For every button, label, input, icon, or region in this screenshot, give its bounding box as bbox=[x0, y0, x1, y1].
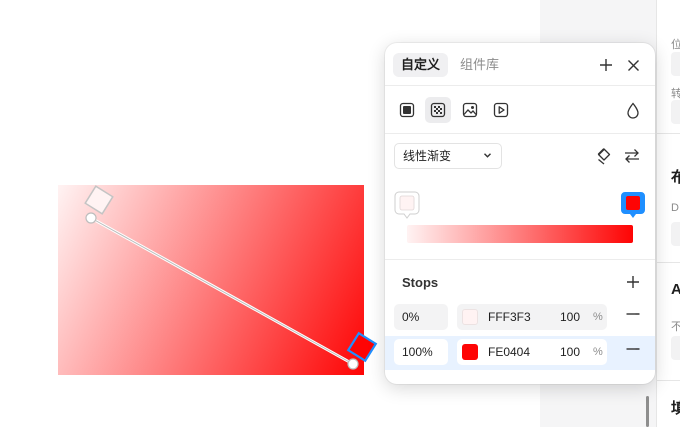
remove-stop-icon[interactable] bbox=[625, 341, 641, 357]
divider bbox=[385, 133, 655, 134]
remove-stop-icon[interactable] bbox=[625, 306, 641, 322]
gradient-fill-icon bbox=[430, 102, 446, 118]
solid-fill-icon bbox=[399, 102, 415, 118]
opacity-drop-icon[interactable] bbox=[621, 98, 645, 122]
stop-opacity-value[interactable]: 100 bbox=[560, 339, 580, 365]
panel-field[interactable] bbox=[671, 100, 680, 124]
video-fill-button[interactable] bbox=[488, 97, 514, 123]
tab-library[interactable]: 组件库 bbox=[452, 53, 507, 77]
add-icon[interactable] bbox=[594, 53, 618, 77]
panel-label-fragment: 不 bbox=[671, 321, 680, 333]
solid-fill-button[interactable] bbox=[394, 97, 420, 123]
gradient-stop-marker-start[interactable] bbox=[394, 191, 420, 221]
panel-field[interactable] bbox=[671, 222, 680, 246]
stop-hex-value[interactable]: FE0404 bbox=[488, 339, 530, 365]
panel-label-fragment: 转 bbox=[671, 88, 680, 100]
divider bbox=[657, 262, 680, 263]
divider bbox=[385, 259, 655, 260]
stop-color-input[interactable]: FE0404 100 % bbox=[457, 339, 607, 365]
panel-label-fragment: D bbox=[671, 202, 679, 214]
stop-row[interactable]: 0% FFF3F3 100 % bbox=[385, 301, 655, 335]
panel-scrollbar[interactable] bbox=[646, 396, 649, 427]
panel-section-fragment: A bbox=[671, 281, 680, 298]
divider bbox=[657, 380, 680, 381]
stop-opacity-unit: % bbox=[593, 311, 603, 323]
gradient-type-value: 线性渐变 bbox=[403, 149, 452, 163]
swap-stops-icon[interactable] bbox=[620, 144, 644, 168]
add-stop-icon[interactable] bbox=[621, 270, 645, 294]
properties-inner: 位 转 布 D A 不 填 bbox=[656, 0, 680, 427]
stop-hex-value[interactable]: FFF3F3 bbox=[488, 304, 531, 330]
tab-custom[interactable]: 自定义 bbox=[393, 53, 449, 77]
stops-title: Stops bbox=[402, 275, 439, 290]
video-fill-icon bbox=[493, 102, 509, 118]
fill-popover: 自定义 组件库 线性渐变 Stops 0% FFF3F3 100 % 100% … bbox=[385, 43, 655, 384]
panel-section-fragment: 布 bbox=[671, 169, 680, 186]
panel-label-fragment: 位 bbox=[671, 39, 680, 51]
panel-field[interactable] bbox=[671, 52, 680, 76]
panel-section-fragment: 填 bbox=[671, 400, 680, 417]
divider bbox=[385, 85, 655, 86]
gradient-type-select[interactable]: 线性渐变 bbox=[394, 143, 502, 169]
image-fill-button[interactable] bbox=[457, 97, 483, 123]
gradient-start-handle[interactable] bbox=[84, 185, 114, 224]
stop-color-input[interactable]: FFF3F3 100 % bbox=[457, 304, 607, 330]
chevron-down-icon bbox=[484, 153, 491, 158]
stop-row[interactable]: 100% FE0404 100 % bbox=[385, 336, 655, 370]
gradient-stop-marker-end[interactable] bbox=[620, 191, 646, 221]
stop-position-input[interactable]: 0% bbox=[394, 304, 448, 330]
panel-field[interactable] bbox=[671, 336, 680, 360]
stop-opacity-unit: % bbox=[593, 346, 603, 358]
gradient-fill-button[interactable] bbox=[425, 97, 451, 123]
divider bbox=[657, 133, 680, 134]
stop-opacity-value[interactable]: 100 bbox=[560, 304, 580, 330]
popover-tabs: 自定义 组件库 bbox=[393, 53, 507, 77]
flip-gradient-icon[interactable] bbox=[592, 144, 616, 168]
image-fill-icon bbox=[462, 102, 478, 118]
gradient-end-handle[interactable] bbox=[346, 331, 378, 370]
stop-color-swatch[interactable] bbox=[462, 344, 478, 360]
close-icon[interactable] bbox=[621, 53, 645, 77]
stop-position-input[interactable]: 100% bbox=[394, 339, 448, 365]
gradient-preview-bar[interactable] bbox=[407, 225, 633, 243]
stop-color-swatch[interactable] bbox=[462, 309, 478, 325]
